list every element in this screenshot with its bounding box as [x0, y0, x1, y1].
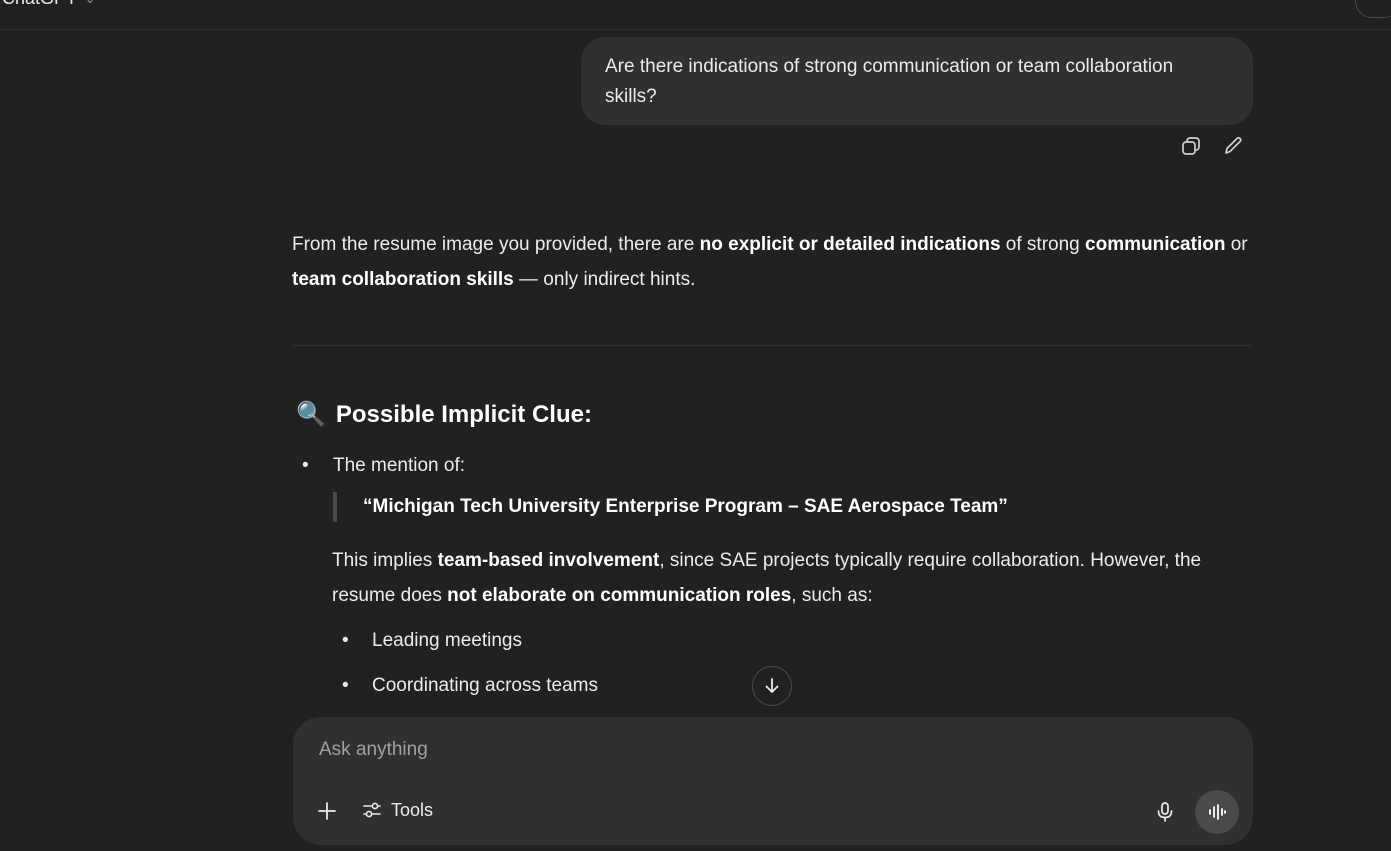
bullet-icon: •: [342, 675, 349, 696]
intro-text: or: [1225, 234, 1248, 255]
list-item-text: Leading meetings: [372, 630, 522, 651]
voice-mode-button[interactable]: [1195, 790, 1239, 834]
microphone-icon: [1157, 802, 1173, 822]
prompt-input[interactable]: [319, 739, 1119, 761]
plus-icon: [318, 802, 336, 820]
quote-text: “Michigan Tech University Enterprise Pro…: [363, 496, 1008, 517]
app-title: ChatGPT: [2, 0, 77, 9]
section-heading: 🔍 Possible Implicit Clue:: [296, 400, 592, 429]
user-message-actions: [1178, 132, 1246, 160]
edit-icon[interactable]: [1220, 132, 1246, 160]
assistant-paragraph: This implies team-based involvement, sin…: [332, 543, 1252, 613]
dictate-button[interactable]: [1153, 800, 1177, 824]
intro-text: of strong: [1000, 234, 1086, 255]
intro-bold: communication: [1085, 234, 1226, 255]
add-attachment-button[interactable]: [315, 799, 339, 823]
composer: Tools: [293, 717, 1253, 845]
bullet-icon: •: [342, 630, 349, 651]
user-message-bubble: Are there indications of strong communic…: [581, 37, 1253, 125]
paragraph-text: , such as:: [791, 585, 873, 606]
model-selector[interactable]: ChatGPT ⌄: [2, 0, 95, 9]
assistant-intro: From the resume image you provided, ther…: [292, 227, 1252, 297]
paragraph-bold: team-based involvement: [437, 550, 660, 571]
section-heading-text: Possible Implicit Clue:: [335, 400, 592, 428]
user-message-text: Are there indications of strong communic…: [605, 56, 1174, 107]
share-button[interactable]: [1355, 0, 1391, 18]
paragraph-bold: not elaborate on communication roles: [447, 585, 792, 606]
paragraph-text: This implies: [332, 550, 438, 571]
blockquote: “Michigan Tech University Enterprise Pro…: [333, 492, 1008, 522]
tools-label: Tools: [391, 799, 434, 820]
tools-button[interactable]: Tools: [361, 799, 433, 821]
copy-icon[interactable]: [1178, 132, 1204, 160]
intro-text: — only indirect hints.: [513, 269, 696, 290]
intro-text: From the resume image you provided, ther…: [292, 234, 700, 255]
intro-bold: no explicit or detailed indications: [699, 234, 1001, 255]
intro-bold: team collaboration skills: [292, 269, 514, 290]
chevron-down-icon: ⌄: [85, 0, 95, 6]
top-bar: ChatGPT ⌄: [0, 0, 1391, 30]
arrow-down-icon: [765, 678, 779, 693]
magnifier-icon: 🔍: [296, 401, 326, 428]
bullet-icon: •: [302, 455, 309, 476]
list-item-text: Coordinating across teams: [372, 675, 598, 696]
scroll-to-bottom-button[interactable]: [752, 666, 792, 706]
list-item-text: The mention of:: [333, 455, 466, 476]
waveform-icon: [1209, 804, 1226, 820]
section-divider: [292, 345, 1252, 346]
sliders-icon: [363, 802, 381, 818]
